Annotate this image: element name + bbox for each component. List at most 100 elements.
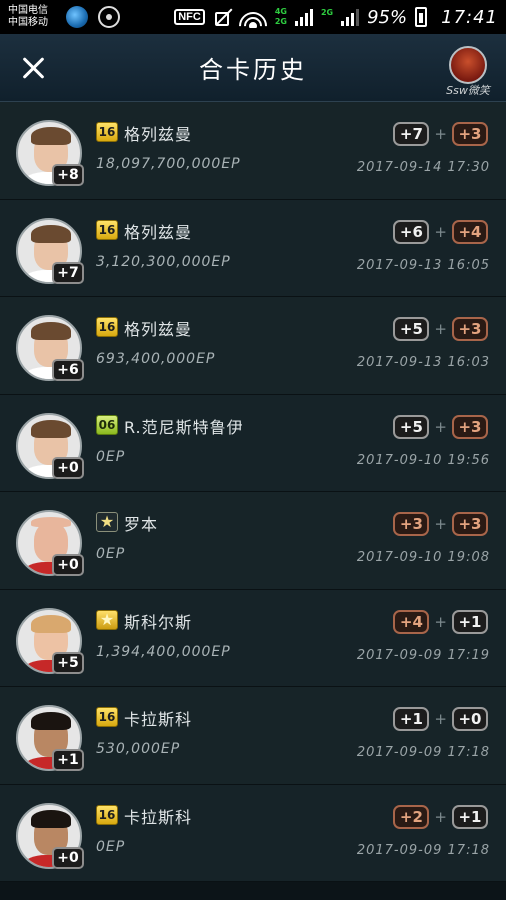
list-item[interactable]: +0 16 卡拉斯科 0EP +2 + +1 2017-09-09 17:18: [0, 784, 506, 882]
combo-left: +5: [393, 414, 430, 439]
level-badge: +8: [52, 164, 84, 186]
history-list: +8 16 格列兹曼 18,097,700,000EP +7 + +3 2017…: [0, 102, 506, 882]
plus-sign: +: [434, 515, 447, 533]
header-bar: 合卡历史 Ssw微笑: [0, 34, 506, 102]
battery-icon: [415, 7, 428, 27]
combo-right: +3: [452, 414, 488, 439]
list-item[interactable]: +7 16 格列兹曼 3,120,300,000EP +6 + +4 2017-…: [0, 199, 506, 297]
combo-right: +4: [452, 219, 488, 244]
combo-result: +3 + +3: [393, 512, 488, 536]
signal-icon: [294, 8, 313, 26]
list-item[interactable]: +6 16 格列兹曼 693,400,000EP +5 + +3 2017-09…: [0, 297, 506, 395]
carrier-2: 中国移动: [8, 17, 48, 28]
season-badge: ★: [96, 512, 118, 532]
ep-amount: 530,000EP: [96, 741, 181, 757]
combo-right: +1: [452, 609, 488, 634]
timestamp: 2017-09-09 17:18: [356, 842, 490, 858]
player-name: 斯科尔斯: [124, 612, 193, 632]
signal-icon-2: [341, 8, 360, 26]
wifi-icon: [238, 6, 267, 28]
battery-percent: 95%: [367, 6, 408, 28]
combo-result: +6 + +4: [393, 219, 488, 244]
disc-icon: [98, 6, 120, 28]
player-name: 格列兹曼: [124, 222, 193, 242]
timestamp: 2017-09-14 17:30: [356, 160, 490, 175]
globe-icon: [66, 6, 88, 28]
ep-amount: 1,394,400,000EP: [96, 643, 231, 660]
list-item[interactable]: +0 ★ 罗本 0EP +3 + +3 2017-09-10 19:08: [0, 492, 506, 590]
plus-sign: +: [434, 710, 447, 728]
page-title: 合卡历史: [199, 56, 307, 84]
combo-result: +2 + +1: [393, 804, 488, 829]
list-item[interactable]: +0 06 R.范尼斯特鲁伊 0EP +5 + +3 2017-09-10 19…: [0, 394, 506, 492]
timestamp: 2017-09-09 17:19: [356, 647, 490, 663]
ep-amount: 3,120,300,000EP: [96, 253, 231, 270]
season-badge: 16: [96, 317, 118, 337]
plus-sign: +: [434, 222, 447, 241]
player-name: 罗本: [124, 515, 159, 534]
plus-sign: +: [434, 320, 447, 338]
combo-left: +3: [393, 512, 430, 536]
nfc-icon: NFC: [174, 9, 205, 25]
plus-sign: +: [434, 417, 447, 436]
combo-left: +2: [393, 804, 430, 829]
combo-right: +0: [452, 707, 488, 731]
combo-result: +1 + +0: [393, 707, 488, 731]
clock: 17:41: [441, 6, 498, 28]
list-item[interactable]: +1 16 卡拉斯科 530,000EP +1 + +0 2017-09-09 …: [0, 687, 506, 785]
close-icon[interactable]: [20, 54, 48, 82]
plus-sign: +: [434, 125, 447, 143]
combo-right: +3: [452, 512, 488, 536]
network-type-2: 2G: [320, 8, 334, 17]
timestamp: 2017-09-10 19:08: [356, 550, 490, 565]
season-badge: ★: [96, 609, 118, 630]
combo-left: +1: [393, 707, 430, 731]
plus-sign: +: [434, 612, 447, 631]
combo-right: +1: [452, 804, 488, 829]
timestamp: 2017-09-13 16:03: [356, 355, 490, 370]
user-name: Ssw微笑: [446, 84, 490, 97]
ep-amount: 693,400,000EP: [96, 351, 216, 367]
season-badge: 06: [96, 414, 118, 435]
combo-left: +4: [393, 609, 430, 634]
combo-left: +7: [393, 122, 430, 146]
level-badge: +0: [52, 456, 84, 479]
combo-left: +5: [393, 317, 430, 341]
timestamp: 2017-09-13 16:05: [356, 257, 490, 273]
player-name: 卡拉斯科: [124, 710, 193, 729]
mute-icon: [213, 8, 231, 26]
carrier-1: 中国电信: [8, 5, 48, 16]
season-badge: 16: [96, 122, 118, 142]
ep-amount: 0EP: [96, 838, 126, 855]
season-badge: 16: [96, 219, 118, 240]
ep-amount: 18,097,700,000EP: [96, 156, 241, 172]
list-item[interactable]: +5 ★ 斯科尔斯 1,394,400,000EP +4 + +1 2017-0…: [0, 589, 506, 687]
player-name: 格列兹曼: [124, 125, 193, 144]
season-badge: 16: [96, 804, 118, 825]
combo-result: +7 + +3: [393, 122, 488, 146]
combo-result: +4 + +1: [393, 609, 488, 634]
timestamp: 2017-09-09 17:18: [356, 745, 490, 760]
level-badge: +7: [52, 261, 84, 284]
combo-result: +5 + +3: [393, 414, 488, 439]
season-badge: 16: [96, 707, 118, 727]
level-badge: +6: [52, 359, 84, 381]
combo-right: +3: [452, 317, 488, 341]
carrier-labels: 中国电信 中国移动: [8, 5, 60, 29]
player-name: R.范尼斯特鲁伊: [124, 417, 244, 437]
level-badge: +0: [52, 846, 84, 869]
network-type: 4G 2G: [274, 7, 287, 26]
list-item[interactable]: +8 16 格列兹曼 18,097,700,000EP +7 + +3 2017…: [0, 102, 506, 200]
ep-amount: 0EP: [96, 546, 126, 562]
status-bar: 中国电信 中国移动 NFC 4G 2G 2G 95% 17:41: [0, 0, 506, 34]
timestamp: 2017-09-10 19:56: [356, 452, 490, 468]
player-name: 格列兹曼: [124, 320, 193, 339]
level-badge: +0: [52, 554, 84, 576]
level-badge: +5: [52, 651, 84, 674]
user-avatar[interactable]: Ssw微笑: [446, 46, 490, 98]
plus-sign: +: [434, 807, 447, 826]
level-badge: +1: [52, 749, 84, 771]
combo-right: +3: [452, 122, 488, 146]
combo-result: +5 + +3: [393, 317, 488, 341]
avatar[interactable]: [449, 46, 487, 84]
